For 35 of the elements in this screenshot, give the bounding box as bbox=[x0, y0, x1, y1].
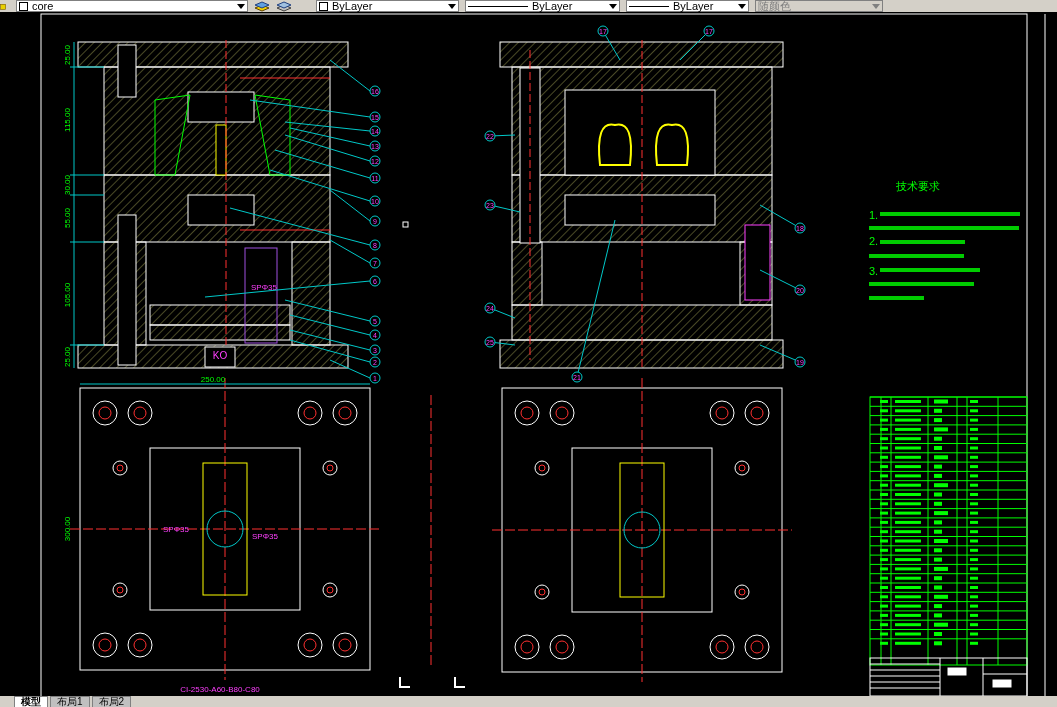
requirement-number: 1. bbox=[869, 209, 879, 221]
dimension-text: 250.00 bbox=[200, 375, 226, 384]
ucs-marker-icon bbox=[454, 676, 466, 688]
dimension-text: 115.00 bbox=[63, 108, 72, 132]
lineweight-dropdown[interactable]: ByLayer bbox=[626, 0, 749, 12]
requirement-number: 3. bbox=[869, 265, 879, 277]
color-dropdown[interactable]: ByLayer bbox=[316, 0, 459, 12]
layers-stack-icon[interactable] bbox=[276, 0, 292, 12]
caret-icon bbox=[609, 3, 617, 9]
caret-icon bbox=[738, 3, 746, 9]
dimension-text: 55.00 bbox=[63, 208, 72, 228]
caret-icon bbox=[237, 3, 245, 9]
dimension-text: 105.00 bbox=[63, 282, 72, 308]
part-number-text: CI-2530-A60-B80-C80 bbox=[180, 685, 260, 694]
sprue-label: SPΦ35 bbox=[251, 283, 277, 292]
crosshair-pickbox-icon bbox=[402, 221, 409, 228]
dimension-text: 300.00 bbox=[63, 516, 72, 542]
ucs-marker-icon bbox=[399, 676, 411, 688]
requirement-number: 2. bbox=[869, 235, 879, 247]
layers-icon[interactable] bbox=[254, 0, 270, 12]
dimension-text: 30.00 bbox=[63, 175, 72, 195]
layer-dropdown[interactable]: core bbox=[16, 0, 248, 12]
leader-line bbox=[329, 59, 371, 92]
dimension-text: 25.00 bbox=[63, 45, 72, 65]
layout-tab[interactable]: 模型 bbox=[14, 696, 48, 707]
dimension-text: 25.00 bbox=[63, 347, 72, 367]
caret-icon bbox=[872, 3, 880, 9]
ko-label: KO bbox=[212, 350, 228, 361]
layout-tab[interactable]: 布局1 bbox=[50, 696, 90, 707]
requirements-title: 技术要求 bbox=[896, 180, 940, 192]
linetype-dropdown[interactable]: ByLayer bbox=[465, 0, 620, 12]
layout-tab[interactable]: 布局2 bbox=[91, 696, 132, 707]
sprue-label: SPΦ35 bbox=[252, 532, 278, 541]
sprue-label: SPΦ35 bbox=[163, 525, 189, 534]
caret-icon bbox=[448, 3, 456, 9]
